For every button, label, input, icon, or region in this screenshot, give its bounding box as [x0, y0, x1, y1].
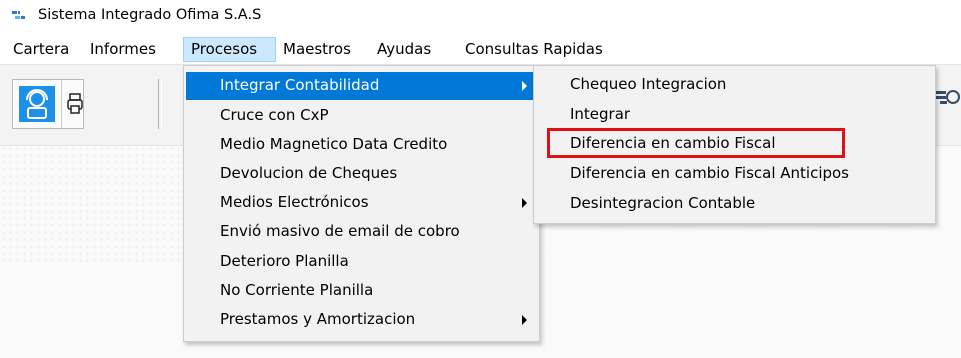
menu-item-prestamos-amortizacion[interactable]: Prestamos y Amortizacion — [186, 306, 537, 334]
title-bar: Sistema Integrado Ofima S.A.S — [0, 0, 961, 34]
background-pattern — [0, 145, 190, 265]
menu-item-medios-electronicos[interactable]: Medios Electrónicos — [186, 189, 537, 217]
menu-ayudas[interactable]: Ayudas — [370, 37, 438, 62]
menu-consultas-rapidas[interactable]: Consultas Rapidas — [458, 37, 610, 62]
submenu-arrow-icon — [522, 315, 527, 325]
app-icon — [12, 11, 25, 19]
menu-item-integrar-contabilidad[interactable]: Integrar Contabilidad — [186, 72, 537, 100]
menu-maestros[interactable]: Maestros — [276, 37, 358, 62]
toolbar-separator — [158, 79, 162, 129]
menu-item-cruce-cxp[interactable]: Cruce con CxP — [186, 102, 537, 130]
menu-bar: Cartera Informes Procesos Maestros Ayuda… — [0, 36, 961, 65]
menu-item-medio-magnetico[interactable]: Medio Magnetico Data Credito — [186, 131, 537, 159]
submenu-arrow-icon — [522, 198, 527, 208]
menu-item-deterioro-planilla[interactable]: Deterioro Planilla — [186, 248, 537, 276]
window-title: Sistema Integrado Ofima S.A.S — [38, 7, 262, 23]
procesos-dropdown: Integrar Contabilidad Cruce con CxP Medi… — [183, 65, 540, 342]
background-pattern — [540, 225, 961, 358]
menu-item-no-corriente-planilla[interactable]: No Corriente Planilla — [186, 277, 537, 305]
toolbar-divider — [61, 80, 62, 128]
search-document-icon[interactable] — [934, 85, 961, 113]
menu-item-desintegracion-contable[interactable]: Desintegracion Contable — [536, 190, 933, 218]
menu-item-integrar[interactable]: Integrar — [536, 101, 933, 129]
menu-cartera[interactable]: Cartera — [6, 37, 76, 62]
menu-item-devolucion-cheques[interactable]: Devolucion de Cheques — [186, 160, 537, 188]
menu-item-chequeo-integracion[interactable]: Chequeo Integracion — [536, 71, 933, 99]
customer-support-icon[interactable] — [19, 86, 55, 122]
menu-informes[interactable]: Informes — [83, 37, 163, 62]
menu-item-diferencia-cambio-fiscal-anticipos[interactable]: Diferencia en cambio Fiscal Anticipos — [536, 160, 933, 188]
annotation-highlight-box — [547, 128, 845, 158]
menu-procesos[interactable]: Procesos — [183, 37, 276, 62]
toolbar-button-group — [12, 79, 84, 129]
submenu-arrow-icon — [522, 81, 527, 91]
printer-icon[interactable] — [67, 92, 83, 116]
menu-item-envio-email-cobro[interactable]: Envió masivo de email de cobro — [186, 218, 537, 246]
